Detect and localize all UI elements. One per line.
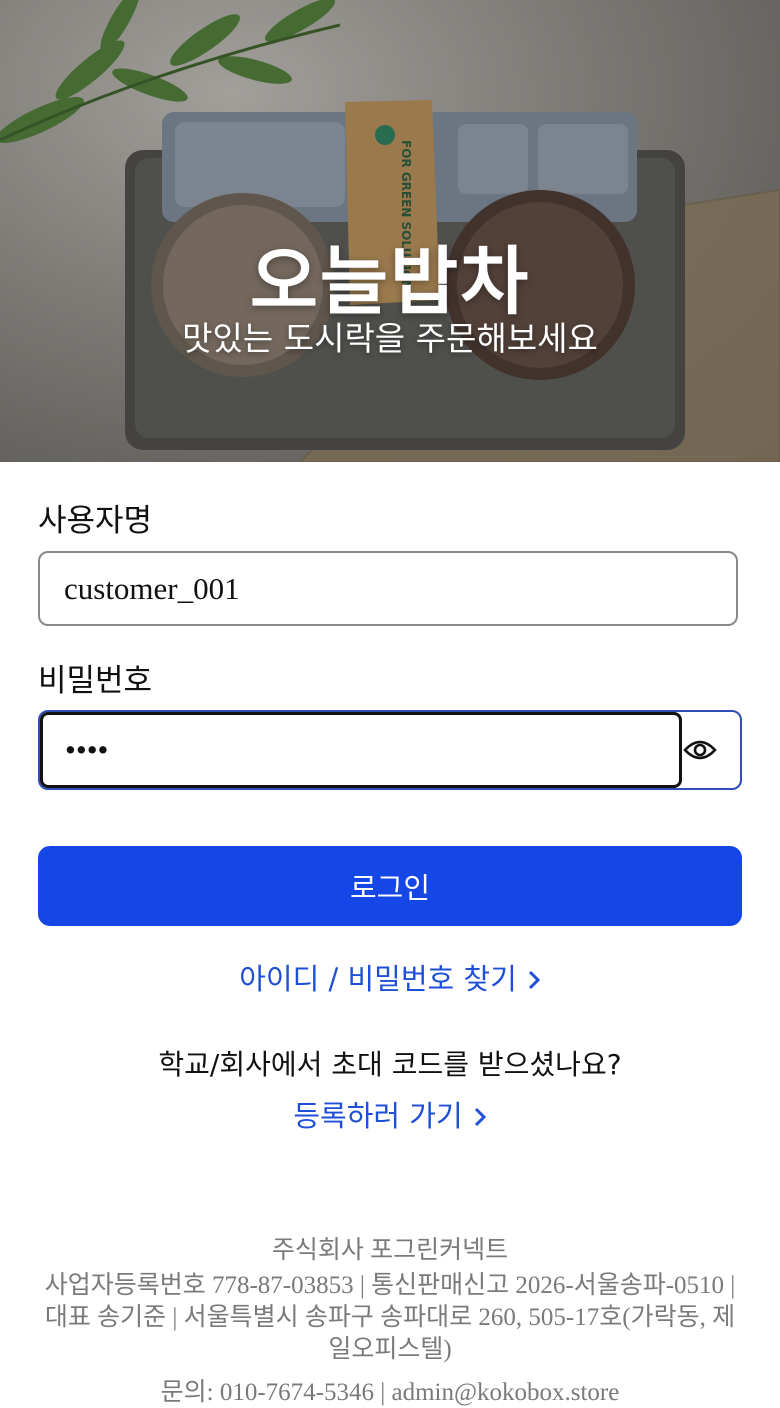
- hero-banner: FOR GREEN SOLUTION 오늘밥차 맛있는 도시락을 주문해보세요: [0, 0, 780, 462]
- invite-question: 학교/회사에서 초대 코드를 받으셨나요?: [158, 1048, 622, 1081]
- username-field[interactable]: [38, 551, 738, 626]
- password-input-wrapper[interactable]: [40, 712, 682, 788]
- eye-icon[interactable]: [680, 732, 720, 768]
- login-button[interactable]: 로그인: [38, 846, 742, 926]
- register-label: 등록하러 가기: [293, 1099, 463, 1133]
- footer-contact: 문의: 010-7674-5346 | admin@kokobox.store: [160, 1379, 620, 1406]
- footer-info: 사업자등록번호 778-87-03853 | 통신판매신고 2026-서울송파-…: [44, 1272, 736, 1363]
- chevron-right-icon: [473, 1101, 487, 1135]
- app-subtitle: 맛있는 도시락을 주문해보세요: [182, 319, 598, 358]
- password-input[interactable]: [65, 715, 665, 785]
- username-label: 사용자명: [38, 503, 153, 539]
- username-input[interactable]: [64, 553, 704, 624]
- password-field: [38, 710, 742, 790]
- find-account-label: 아이디 / 비밀번호 찾기: [239, 962, 517, 996]
- register-link[interactable]: 등록하러 가기: [0, 1093, 780, 1135]
- find-account-link[interactable]: 아이디 / 비밀번호 찾기: [0, 956, 780, 998]
- chevron-right-icon: [527, 964, 541, 998]
- password-label: 비밀번호: [38, 663, 153, 699]
- footer-company: 주식회사 포그린커넥트: [271, 1237, 509, 1264]
